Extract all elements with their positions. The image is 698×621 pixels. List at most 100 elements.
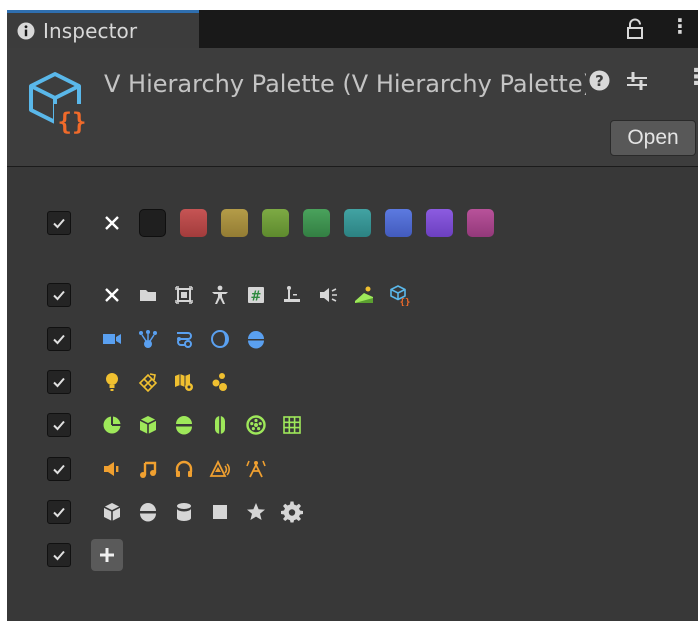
tab-inspector[interactable]: Inspector: [7, 10, 199, 48]
icon-option[interactable]: [243, 412, 269, 438]
context-menu-icon[interactable]: ⋮: [685, 65, 698, 90]
plus-icon: [100, 548, 114, 562]
music-note-icon: [140, 461, 157, 478]
color-swatch-red[interactable]: [180, 209, 207, 237]
icon-option[interactable]: [99, 326, 125, 352]
check-icon: [53, 550, 65, 561]
headphones-icon: [175, 460, 193, 477]
no-icon-option[interactable]: [99, 282, 125, 308]
icon-row-3: [47, 367, 243, 397]
check-icon: [53, 334, 65, 345]
capsule-collider-icon: [215, 416, 225, 434]
svg-text:{}: {}: [58, 108, 87, 134]
icon-option[interactable]: [135, 369, 161, 395]
info-icon: [17, 22, 35, 39]
sphere-icon: [140, 503, 156, 522]
icon-row-checkbox[interactable]: [47, 413, 71, 437]
add-row: [47, 539, 123, 571]
svg-text:?: ?: [595, 72, 604, 90]
check-icon: [53, 420, 65, 431]
icon-option[interactable]: [207, 499, 233, 525]
cylinder-icon: [177, 503, 191, 521]
add-row-checkbox[interactable]: [47, 543, 71, 567]
icon-row-checkbox[interactable]: [47, 327, 71, 351]
check-icon: [53, 507, 65, 518]
icon-option[interactable]: [171, 456, 197, 482]
star-icon: [247, 503, 265, 520]
spheres-icon: [212, 373, 227, 391]
help-icon[interactable]: ?: [589, 70, 610, 91]
no-color-swatch[interactable]: [99, 210, 125, 236]
color-swatch-green[interactable]: [303, 209, 330, 237]
presets-icon[interactable]: [625, 70, 649, 92]
color-swatch-yellow[interactable]: [221, 209, 248, 237]
icon-row-checkbox[interactable]: [47, 500, 71, 524]
color-swatch-lime[interactable]: [262, 209, 289, 237]
icon-option[interactable]: [99, 412, 125, 438]
icon-option[interactable]: [135, 412, 161, 438]
window-menu-icon[interactable]: ⋮: [670, 16, 690, 36]
inspector-header: {} V Hierarchy Palette (V Hierarchy Pale…: [7, 48, 698, 167]
icon-option[interactable]: [99, 369, 125, 395]
color-swatch-violet[interactable]: [426, 209, 453, 237]
icon-option[interactable]: [135, 282, 161, 308]
icon-option[interactable]: [135, 499, 161, 525]
icon-option[interactable]: [207, 456, 233, 482]
check-icon: [53, 290, 65, 301]
check-icon: [53, 377, 65, 388]
icon-option[interactable]: [243, 499, 269, 525]
icon-row-checkbox[interactable]: [47, 457, 71, 481]
lock-icon[interactable]: [626, 18, 644, 40]
color-row-checkbox[interactable]: [47, 211, 71, 235]
svg-text:#: #: [251, 290, 262, 305]
icon-option[interactable]: [171, 326, 197, 352]
icon-option[interactable]: [171, 412, 197, 438]
icon-option[interactable]: [207, 369, 233, 395]
icon-option[interactable]: [171, 499, 197, 525]
icon-row-checkbox[interactable]: [47, 370, 71, 394]
icon-option[interactable]: [315, 282, 341, 308]
particle-system-icon: [139, 330, 157, 348]
svg-text:{}: {}: [400, 298, 411, 306]
icon-row-5: [47, 454, 279, 484]
color-swatch-black[interactable]: [139, 209, 166, 237]
icon-option[interactable]: [135, 456, 161, 482]
sphere-collider-icon: [176, 416, 192, 435]
icon-option[interactable]: [279, 412, 305, 438]
icon-option[interactable]: {}: [387, 282, 413, 308]
icon-option[interactable]: [279, 499, 305, 525]
icon-option[interactable]: [135, 326, 161, 352]
icon-option[interactable]: [171, 369, 197, 395]
inspector-window: Inspector ⋮ {} V Hierarchy Palette (V Hi…: [7, 10, 698, 621]
icon-row-4: [47, 410, 315, 440]
animator-icon: [177, 332, 192, 348]
color-swatch-magenta[interactable]: [467, 209, 494, 237]
icon-option[interactable]: [351, 282, 377, 308]
camera-icon: [103, 334, 121, 344]
grid-icon: [283, 416, 301, 434]
icon-option[interactable]: [207, 282, 233, 308]
icon-option[interactable]: [279, 282, 305, 308]
palette-asset-icon: {}: [29, 72, 88, 134]
check-icon: [53, 464, 65, 475]
rect-transform-icon: [175, 286, 193, 304]
audio-reverb-icon: [209, 459, 230, 477]
color-swatch-blue[interactable]: [385, 209, 412, 237]
icon-option[interactable]: #: [243, 282, 269, 308]
icon-option[interactable]: [99, 456, 125, 482]
humanoid-icon: [212, 285, 228, 304]
icon-option[interactable]: [99, 499, 125, 525]
add-row-button[interactable]: [91, 539, 123, 571]
color-swatch-teal[interactable]: [344, 209, 371, 237]
icon-option[interactable]: [243, 326, 269, 352]
square-icon: [213, 505, 227, 519]
icon-option[interactable]: [171, 282, 197, 308]
tilemap-icon: [175, 374, 193, 391]
script-icon: #: [248, 287, 264, 305]
icon-option[interactable]: [207, 412, 233, 438]
icon-option[interactable]: [243, 456, 269, 482]
icon-row-checkbox[interactable]: [47, 283, 71, 307]
open-button[interactable]: Open: [610, 120, 696, 156]
audio-source-speaker-icon: [104, 462, 119, 476]
icon-option[interactable]: [207, 326, 233, 352]
